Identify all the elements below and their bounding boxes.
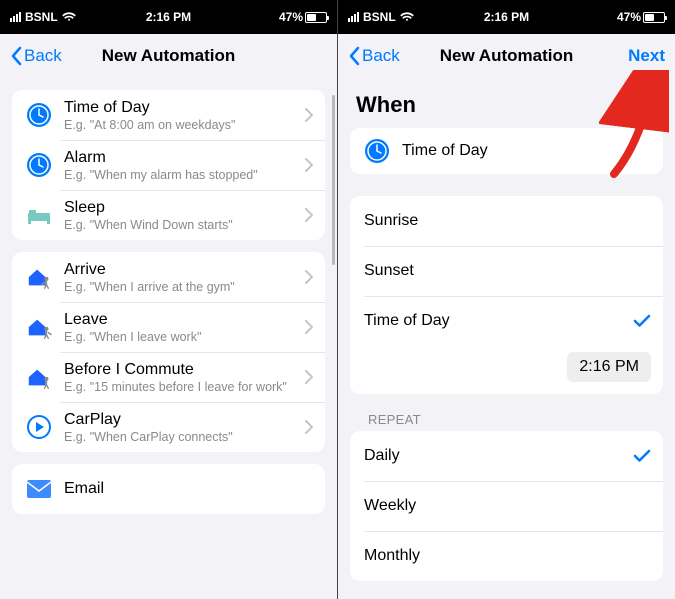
time-picker[interactable]: 2:16 PM (567, 352, 651, 382)
right-screen: BSNL 2:16 PM 47% Back New Automation Nex… (338, 0, 675, 599)
battery-icon (643, 12, 665, 23)
next-button[interactable]: Next (628, 46, 665, 66)
trigger-subtitle: E.g. "When my alarm has stopped" (64, 168, 305, 182)
chevron-right-icon (305, 370, 313, 384)
trigger-time-of-day[interactable]: Time of DayE.g. "At 8:00 am on weekdays" (12, 90, 325, 140)
trigger-alarm[interactable]: AlarmE.g. "When my alarm has stopped" (12, 140, 325, 190)
clock-icon (364, 138, 390, 164)
trigger-title: Sleep (64, 199, 305, 217)
trigger-before-commute[interactable]: Before I CommuteE.g. "15 minutes before … (12, 352, 325, 402)
trigger-title: Leave (64, 311, 305, 329)
trigger-title: Arrive (64, 261, 305, 279)
selected-trigger-label: Time of Day (402, 142, 488, 160)
trigger-title: Time of Day (64, 99, 305, 117)
home-commute-icon (26, 364, 52, 390)
trigger-group-location: ArriveE.g. "When I arrive at the gym" Le… (12, 252, 325, 452)
nav-bar: Back New Automation (0, 34, 337, 78)
trigger-group-comm: Email (12, 464, 325, 514)
trigger-subtitle: E.g. "When CarPlay connects" (64, 430, 305, 444)
back-button[interactable]: Back (348, 46, 400, 66)
back-label: Back (362, 46, 400, 66)
clock-icon (26, 102, 52, 128)
time-options-group: Sunrise Sunset Time of Day 2:16 PM (350, 196, 663, 394)
chevron-left-icon (10, 46, 22, 66)
status-bar: BSNL 2:16 PM 47% (338, 0, 675, 34)
triggers-list[interactable]: Time of DayE.g. "At 8:00 am on weekdays"… (0, 78, 337, 599)
carplay-icon (26, 414, 52, 440)
home-arrive-icon (26, 264, 52, 290)
trigger-subtitle: E.g. "When I leave work" (64, 330, 305, 344)
selected-trigger-card: Time of Day (350, 128, 663, 174)
cellular-signal-icon (10, 12, 21, 22)
status-time: 2:16 PM (146, 10, 191, 24)
chevron-right-icon (305, 270, 313, 284)
trigger-subtitle: E.g. "At 8:00 am on weekdays" (64, 118, 305, 132)
home-leave-icon (26, 314, 52, 340)
option-sunrise[interactable]: Sunrise (350, 196, 663, 246)
when-header: When (356, 92, 657, 118)
option-sunset[interactable]: Sunset (350, 246, 663, 296)
scrollbar-icon[interactable] (332, 95, 335, 265)
trigger-arrive[interactable]: ArriveE.g. "When I arrive at the gym" (12, 252, 325, 302)
clock-icon (26, 152, 52, 178)
trigger-title: Email (64, 480, 313, 498)
trigger-subtitle: E.g. "When I arrive at the gym" (64, 280, 305, 294)
when-config[interactable]: When Time of Day Sunrise Sunset Time of … (338, 78, 675, 599)
trigger-subtitle: E.g. "When Wind Down starts" (64, 218, 305, 232)
trigger-title: Before I Commute (64, 361, 305, 379)
left-screen: BSNL 2:16 PM 47% Back New Automation Tim… (0, 0, 337, 599)
bed-icon (26, 202, 52, 228)
battery-icon (305, 12, 327, 23)
carrier-label: BSNL (25, 10, 58, 24)
back-button[interactable]: Back (10, 46, 62, 66)
repeat-weekly[interactable]: Weekly (350, 481, 663, 531)
trigger-group-time: Time of DayE.g. "At 8:00 am on weekdays"… (12, 90, 325, 240)
repeat-monthly[interactable]: Monthly (350, 531, 663, 581)
trigger-email[interactable]: Email (12, 464, 325, 514)
battery-percent: 47% (617, 10, 641, 24)
chevron-right-icon (305, 420, 313, 434)
mail-icon (26, 476, 52, 502)
chevron-left-icon (348, 46, 360, 66)
repeat-section-label: REPEAT (368, 412, 657, 427)
trigger-leave[interactable]: LeaveE.g. "When I leave work" (12, 302, 325, 352)
chevron-right-icon (305, 108, 313, 122)
checkmark-icon (633, 449, 651, 463)
trigger-sleep[interactable]: SleepE.g. "When Wind Down starts" (12, 190, 325, 240)
wifi-icon (62, 12, 76, 22)
repeat-daily[interactable]: Daily (350, 431, 663, 481)
battery-percent: 47% (279, 10, 303, 24)
cellular-signal-icon (348, 12, 359, 22)
chevron-right-icon (305, 158, 313, 172)
trigger-subtitle: E.g. "15 minutes before I leave for work… (64, 380, 305, 394)
repeat-options-group: Daily Weekly Monthly (350, 431, 663, 581)
nav-bar: Back New Automation Next (338, 34, 675, 78)
option-time-of-day[interactable]: Time of Day (350, 296, 663, 346)
trigger-title: CarPlay (64, 411, 305, 429)
checkmark-icon (633, 314, 651, 328)
status-time: 2:16 PM (484, 10, 529, 24)
status-bar: BSNL 2:16 PM 47% (0, 0, 337, 34)
chevron-right-icon (305, 320, 313, 334)
wifi-icon (400, 12, 414, 22)
trigger-carplay[interactable]: CarPlayE.g. "When CarPlay connects" (12, 402, 325, 452)
trigger-title: Alarm (64, 149, 305, 167)
back-label: Back (24, 46, 62, 66)
chevron-right-icon (305, 208, 313, 222)
carrier-label: BSNL (363, 10, 396, 24)
